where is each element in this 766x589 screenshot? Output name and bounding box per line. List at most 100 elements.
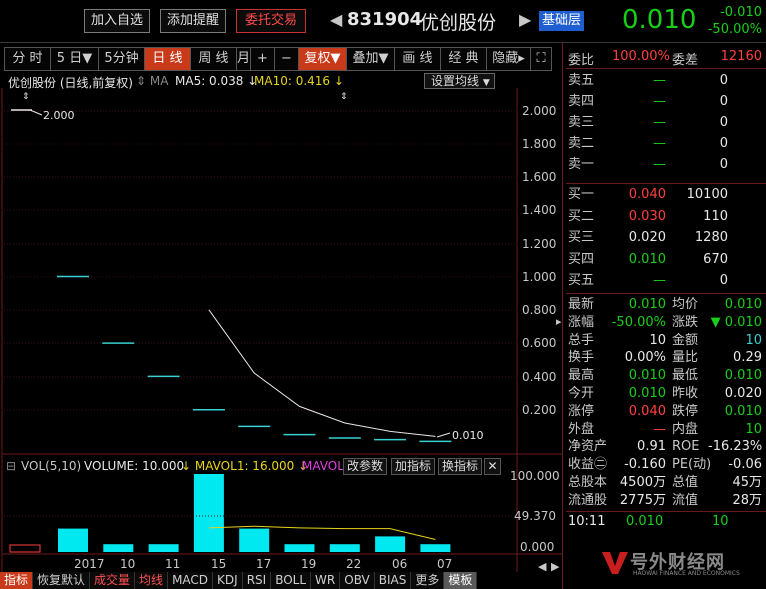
stat-row: 流通股 2775万 流值 28万: [566, 492, 766, 510]
zoom-out-button[interactable]: −: [274, 47, 298, 71]
tick-divider: [566, 511, 766, 512]
order-trade-button[interactable]: 委托交易: [236, 9, 306, 33]
level-price: —: [653, 157, 666, 172]
level-label: 卖五: [568, 73, 595, 88]
swap-indicator-button[interactable]: 换指标: [438, 458, 482, 475]
tab-kdj[interactable]: KDJ: [213, 572, 243, 589]
tab-restore-default[interactable]: 恢复默认: [33, 572, 91, 589]
tab-macd[interactable]: MACD: [168, 572, 214, 589]
scroll-left-arrow-icon[interactable]: ◀: [538, 560, 547, 572]
fullscreen-icon[interactable]: ⛶: [530, 47, 552, 71]
stat-label: PE(动): [672, 457, 712, 473]
level-price: 0.040: [628, 187, 666, 202]
level-price: —: [653, 136, 666, 151]
stat-value: 0.040: [628, 403, 666, 419]
tab-indicator[interactable]: 指标: [0, 572, 34, 589]
tab-ma[interactable]: 均线: [135, 572, 169, 589]
level-label: 买一: [568, 187, 595, 202]
stat-row: 换手 0.00% 量比 0.29: [566, 349, 766, 367]
y-tick: 0.600: [522, 336, 556, 350]
tab-rsi[interactable]: RSI: [242, 572, 272, 589]
stat-label: 涨跌: [672, 314, 699, 330]
stat-label: 涨停: [568, 403, 595, 419]
add-alert-button[interactable]: 添加提醒: [160, 9, 226, 33]
tab-more[interactable]: 更多: [411, 572, 445, 589]
stat-label: 涨幅: [568, 314, 595, 330]
x-label: 22: [346, 557, 361, 571]
level-volume: 0: [719, 94, 728, 109]
vol-y-tick: 100.000: [510, 469, 560, 483]
tab-5day[interactable]: 5 日▼: [50, 47, 98, 71]
edit-params-button[interactable]: 改参数: [343, 458, 387, 475]
close-icon[interactable]: ✕: [484, 458, 501, 475]
tick-price: 0.010: [626, 514, 664, 529]
volume-bar: [103, 544, 134, 552]
ma-arrow-icon: ⇕: [136, 74, 147, 88]
price-change: -0.010: [720, 5, 762, 20]
vol-label: VOL(5,10): [21, 459, 82, 473]
order-divider-mid: [566, 183, 766, 184]
scroll-marker-icon[interactable]: ⇕: [340, 92, 348, 102]
ma-tag: ⇕ MA: [136, 74, 168, 88]
tab-monthly[interactable]: 月: [236, 47, 250, 71]
classic-button[interactable]: 经 典: [440, 47, 486, 71]
y-tick: 0.400: [522, 370, 556, 384]
vol-collapse-icon[interactable]: ⊟: [6, 459, 16, 473]
stat-row: 外盘 — 内盘 10: [566, 421, 766, 439]
chart-svg: 2.000 ⇕ ⇕ 0.010 2.000 1.800 1.600 1.400 …: [1, 88, 562, 572]
price-grid: [4, 110, 517, 411]
y-tick: 0.200: [522, 403, 556, 417]
tab-intraday[interactable]: 分 时: [4, 47, 50, 71]
ma-settings-dropdown[interactable]: 设置均线 ▼: [424, 73, 495, 89]
tab-wr[interactable]: WR: [311, 572, 341, 589]
adjust-dropdown[interactable]: 复权▼: [298, 47, 346, 71]
tab-daily[interactable]: 日 线: [144, 47, 190, 71]
prev-stock-icon[interactable]: ◀: [330, 10, 342, 29]
ma-settings-label: 设置均线: [431, 74, 480, 88]
level-price: —: [653, 73, 666, 88]
price-bars: [57, 275, 452, 443]
stat-label: 总值: [672, 475, 699, 490]
tab-volume[interactable]: 成交量: [90, 572, 136, 589]
stat-label: 昨收: [672, 386, 699, 401]
next-stock-icon[interactable]: ▶: [519, 10, 531, 29]
stat-value: -0.06: [728, 457, 762, 473]
y-tick: 1.800: [522, 137, 556, 151]
ma5-value: MA5: 0.038 ↓: [175, 74, 257, 88]
vol-value: VOLUME: 10.000: [84, 459, 185, 473]
add-indicator-button[interactable]: 加指标: [391, 458, 435, 475]
tab-bias[interactable]: BIAS: [374, 572, 412, 589]
overlay-dropdown[interactable]: 叠加▼: [346, 47, 394, 71]
tab-boll[interactable]: BOLL: [271, 572, 312, 589]
tick-time: 10:11: [568, 514, 606, 529]
mavol1-arrow-icon: ↓: [181, 459, 192, 473]
tab-obv[interactable]: OBV: [340, 572, 375, 589]
tab-5min[interactable]: 5分钟: [98, 47, 144, 71]
x-label: 06: [392, 557, 407, 571]
sell-level-row: 卖二 — 0: [566, 135, 766, 153]
add-watchlist-button[interactable]: 加入自选: [84, 9, 150, 33]
zoom-in-button[interactable]: +: [250, 47, 274, 71]
tab-template[interactable]: 模板: [444, 572, 478, 589]
stat-row: 总股本 4500万 总值 45万: [566, 474, 766, 492]
x-label: 17: [256, 557, 271, 571]
ma10-value: MA10: 0.416 ↓: [254, 74, 344, 88]
ma5-label: MA5: 0.038: [175, 74, 244, 88]
stat-value: 0.00%: [624, 350, 666, 366]
scroll-left-icon[interactable]: ⇕: [22, 92, 30, 102]
tab-weekly[interactable]: 周 线: [190, 47, 236, 71]
indicator-tabs: 指标 恢复默认 成交量 均线 MACD KDJ RSI BOLL WR OBV …: [0, 572, 478, 589]
stock-code: 831904: [347, 9, 423, 30]
stat-row: 今开 0.010 昨收 0.020: [566, 385, 766, 403]
stat-row: 总手 10 金额 10: [566, 332, 766, 350]
scroll-right-arrow-icon[interactable]: ▶: [551, 560, 560, 572]
draw-line-button[interactable]: 画 线: [394, 47, 440, 71]
ma5-line: [208, 309, 436, 437]
stat-value: 0.020: [724, 386, 762, 401]
weicha-value: 12160: [720, 49, 762, 64]
level-price: —: [653, 115, 666, 130]
hide-button[interactable]: 隐藏▸: [486, 47, 530, 71]
weibi-label: 委比: [568, 53, 595, 68]
level-label: 卖二: [568, 136, 595, 151]
level-label: 买二: [568, 208, 595, 224]
